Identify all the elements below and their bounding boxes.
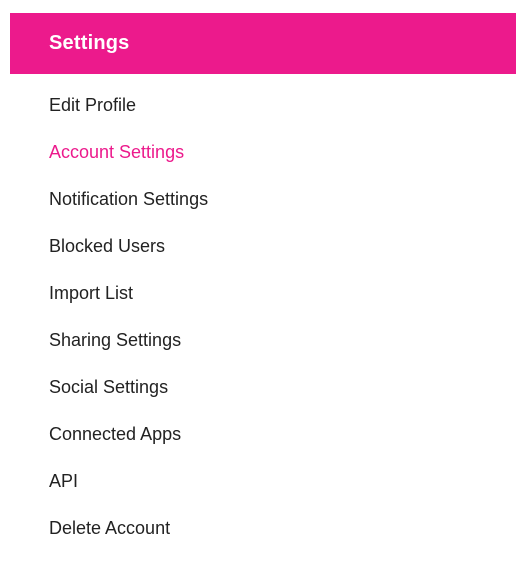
menu-item-account-settings[interactable]: Account Settings [49,139,208,186]
settings-header: Settings [10,13,516,74]
menu-item-import-list[interactable]: Import List [49,280,208,327]
settings-panel: Settings Edit Profile Account Settings N… [0,0,517,559]
settings-title: Settings [49,32,130,54]
menu-item-connected-apps[interactable]: Connected Apps [49,421,208,468]
menu-item-social-settings[interactable]: Social Settings [49,374,208,421]
menu-item-blocked-users[interactable]: Blocked Users [49,233,208,280]
menu-item-api[interactable]: API [49,468,208,515]
menu-item-delete-account[interactable]: Delete Account [49,515,208,562]
settings-menu: Edit Profile Account Settings Notificati… [49,92,208,562]
menu-item-edit-profile[interactable]: Edit Profile [49,92,208,139]
menu-item-notification-settings[interactable]: Notification Settings [49,186,208,233]
menu-item-sharing-settings[interactable]: Sharing Settings [49,327,208,374]
